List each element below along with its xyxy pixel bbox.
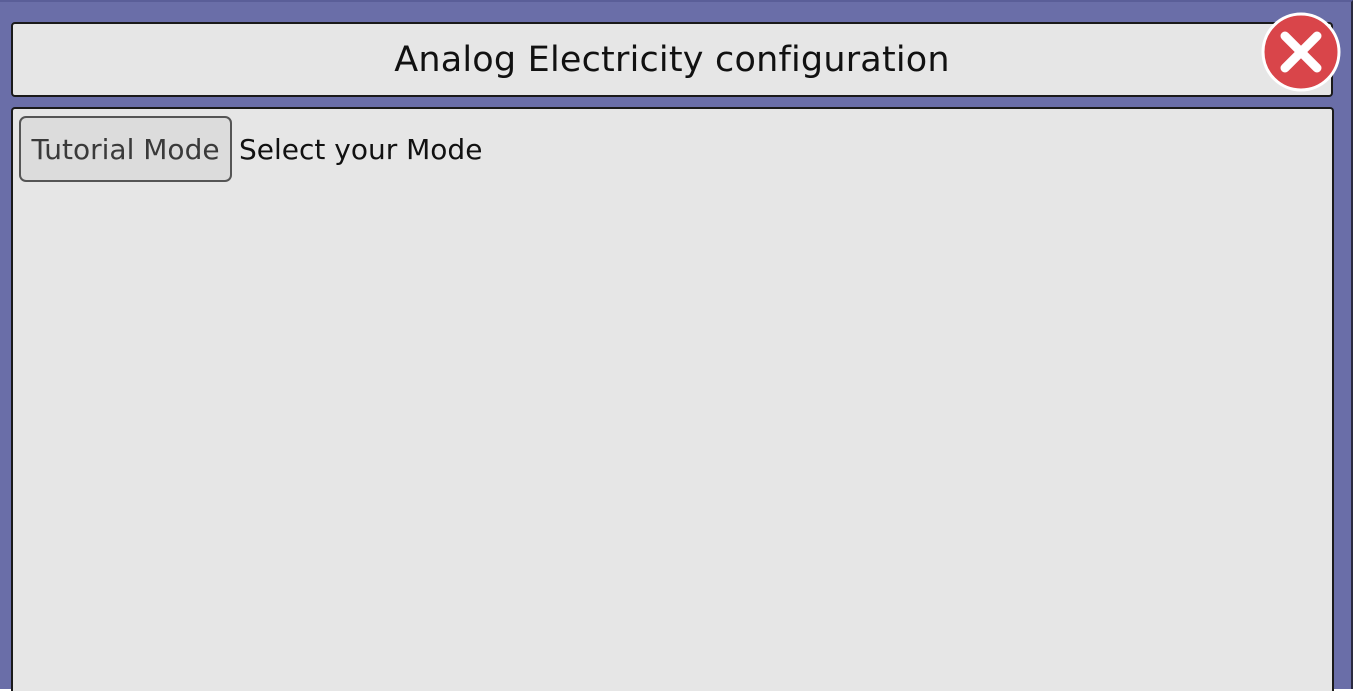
tutorial-mode-button[interactable]: Tutorial Mode xyxy=(19,116,232,182)
close-button[interactable] xyxy=(1261,12,1341,92)
mode-selector-row: Tutorial Mode Select your Mode xyxy=(19,116,482,182)
close-icon xyxy=(1261,12,1341,92)
window-title: Analog Electricity configuration xyxy=(394,39,950,80)
content-panel: Tutorial Mode Select your Mode xyxy=(11,107,1334,691)
title-bar: Analog Electricity configuration xyxy=(11,22,1333,97)
app-window: Analog Electricity configuration Tutoria… xyxy=(0,0,1353,691)
mode-prompt-label: Select your Mode xyxy=(239,132,483,166)
